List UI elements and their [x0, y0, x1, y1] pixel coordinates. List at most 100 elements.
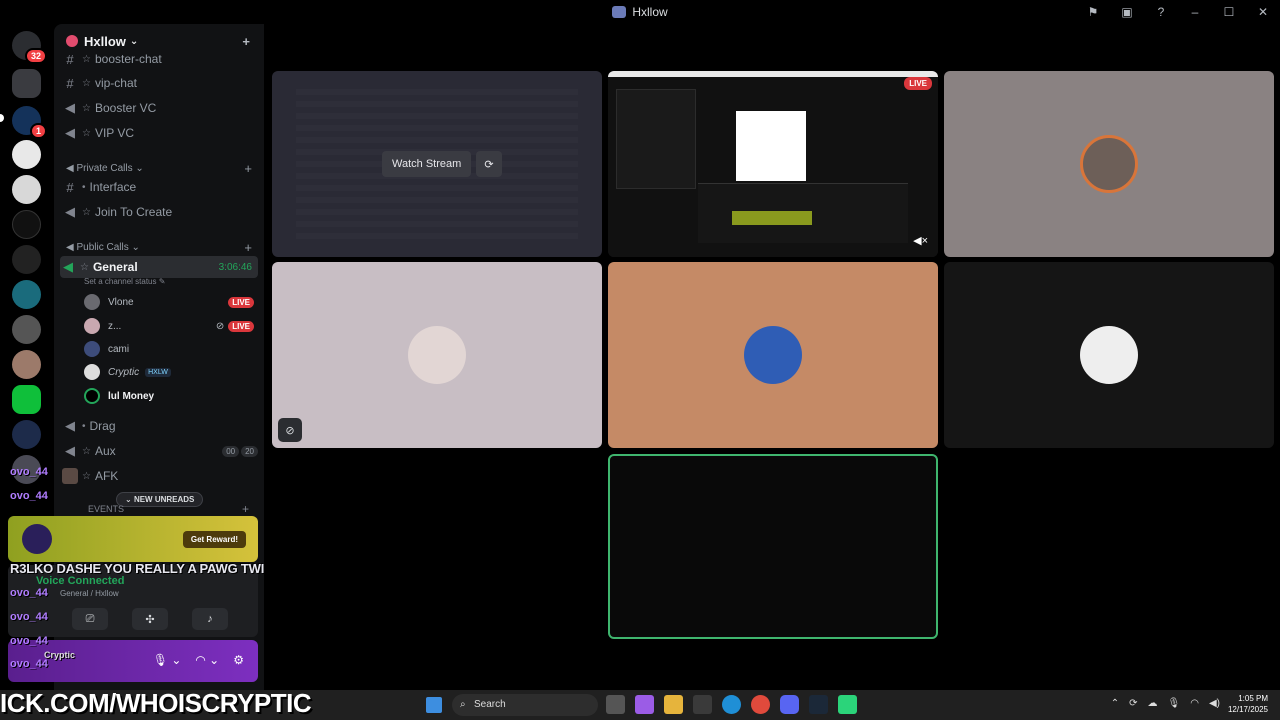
mic-tray-icon[interactable]: 🎙︎: [1168, 698, 1181, 709]
store-icon[interactable]: [693, 695, 712, 714]
voice-user[interactable]: cami: [84, 339, 254, 359]
star-icon: ☆: [82, 470, 91, 482]
voice-status[interactable]: Voice Connected: [36, 575, 124, 587]
server-icon-dark[interactable]: [12, 245, 41, 274]
voice-location[interactable]: General / Hxllow: [60, 589, 119, 598]
sync-icon[interactable]: ⟳: [1129, 698, 1137, 709]
speaker-muted-icon[interactable]: ◀×: [913, 234, 928, 247]
channel-aux[interactable]: ◀ ☆ Aux 00 20: [62, 440, 258, 462]
user-tile[interactable]: [944, 71, 1274, 257]
home-button[interactable]: 32: [12, 31, 47, 64]
volume-icon[interactable]: ◀): [1209, 698, 1220, 709]
channel-interface[interactable]: # • Interface: [62, 176, 258, 198]
avatar: [1080, 135, 1138, 193]
close-button[interactable]: ✕: [1246, 0, 1280, 24]
server-icon-socialize[interactable]: [12, 420, 41, 449]
server-icon-cow[interactable]: [12, 175, 41, 204]
add-channel-icon[interactable]: +: [244, 240, 252, 255]
avatar: [1080, 326, 1138, 384]
server-icon-ny[interactable]: 1: [12, 106, 47, 139]
system-clock[interactable]: 1:05 PM 12/17/2025: [1228, 693, 1268, 715]
soundboard-button[interactable]: ♪: [192, 608, 228, 630]
category-events[interactable]: EVENTS: [88, 504, 124, 514]
hashtag-icon: #: [66, 51, 74, 67]
home-badge: 32: [24, 48, 47, 64]
user-tile[interactable]: ⊘: [272, 262, 602, 448]
help-icon[interactable]: ?: [1144, 0, 1178, 24]
category-private-calls[interactable]: ◀ Private Calls ⌄ +: [66, 161, 252, 176]
channel-vip-chat[interactable]: # ☆ vip-chat: [62, 72, 258, 94]
kick-overlay-text: ICK.COM/WHOISCRYPTIC: [0, 688, 312, 718]
reward-banner: Get Reward!: [8, 516, 258, 562]
server-icon-store[interactable]: [12, 69, 41, 98]
channel-drag[interactable]: ◀ • Drag: [62, 415, 258, 437]
overlay-chat-name: ovo_44: [10, 635, 48, 647]
server-icon-vr[interactable]: [12, 280, 41, 309]
chrome-icon[interactable]: [751, 695, 770, 714]
cloud-icon[interactable]: ☁: [1148, 698, 1158, 709]
task-view-icon[interactable]: [606, 695, 625, 714]
stream-tile-live[interactable]: LIVE ◀×: [608, 71, 938, 257]
inbox-icon[interactable]: ▣: [1110, 0, 1144, 24]
stream-tile[interactable]: Watch Stream ⟳: [272, 71, 602, 257]
discord-icon[interactable]: [780, 695, 799, 714]
star-icon: ☆: [82, 206, 91, 218]
voice-user[interactable]: z... ⊘ LIVE: [84, 316, 254, 336]
user-tile[interactable]: [944, 262, 1274, 448]
server-icon-kick[interactable]: [12, 385, 41, 414]
server-icon-arrow[interactable]: [12, 210, 41, 239]
user-tile[interactable]: [608, 262, 938, 448]
voice-user[interactable]: Cryptic HXLW: [84, 362, 254, 382]
muted-mic-icon[interactable]: ⊘: [278, 418, 302, 442]
new-unreads-button[interactable]: ⌄ NEW UNREADS: [116, 492, 204, 507]
channel-join-to-create[interactable]: ◀ ☆ Join To Create: [62, 201, 258, 223]
taskbar-search[interactable]: ⌕ Search: [452, 694, 598, 716]
editor-panel: [616, 89, 696, 189]
watch-stream-button[interactable]: Watch Stream: [382, 151, 472, 177]
voice-user[interactable]: Vlone LIVE: [84, 292, 254, 312]
overlay-chat-name: ovo_44: [10, 490, 48, 502]
speaker-icon: ◀: [65, 443, 75, 458]
timeline-clip: [732, 211, 812, 225]
start-button[interactable]: [426, 697, 442, 713]
add-member-icon[interactable]: +: [242, 34, 250, 49]
category-public-calls[interactable]: ◀ Public Calls ⌄ +: [66, 240, 252, 255]
activities-button[interactable]: ✣: [132, 608, 168, 630]
speaker-icon: ◀: [65, 125, 75, 140]
settings-gear-icon[interactable]: ⚙: [233, 653, 244, 667]
star-icon: ☆: [82, 445, 91, 457]
server-icon-gray[interactable]: [12, 315, 41, 344]
server-icon-photo[interactable]: [12, 350, 41, 379]
channel-booster-vc[interactable]: ◀ ☆ Booster VC: [62, 97, 258, 119]
screen-share-button[interactable]: ⎚: [72, 608, 108, 630]
hashtag-icon: #: [66, 75, 74, 91]
steam-icon[interactable]: [809, 695, 828, 714]
minimize-button[interactable]: –: [1178, 0, 1212, 24]
overlay-chat-name: ovo_44: [10, 658, 48, 670]
channel-afk[interactable]: ☆ AFK: [62, 465, 258, 487]
voice-user[interactable]: lul Money: [84, 386, 254, 406]
reward-icon: [22, 524, 52, 554]
copilot-icon[interactable]: [635, 695, 654, 714]
file-explorer-icon[interactable]: [664, 695, 683, 714]
kick-app-icon[interactable]: [838, 695, 857, 714]
user-tile-speaking[interactable]: [608, 454, 938, 639]
get-reward-button[interactable]: Get Reward!: [182, 531, 246, 548]
microphone-icon[interactable]: 🎙︎ ⌄: [153, 653, 182, 667]
channel-status-hint[interactable]: Set a channel status ✎: [84, 277, 165, 286]
add-channel-icon[interactable]: +: [244, 161, 252, 176]
popout-icon[interactable]: ⟳: [476, 151, 502, 177]
wifi-icon[interactable]: ◠: [1190, 698, 1199, 709]
star-icon: ☆: [80, 261, 89, 273]
maximize-button[interactable]: ☐: [1212, 0, 1246, 24]
live-badge: LIVE: [228, 320, 254, 332]
headphones-icon[interactable]: ◠ ⌄: [195, 653, 219, 667]
flag-icon[interactable]: ⚑: [1076, 0, 1110, 24]
server-icon-money[interactable]: [12, 140, 41, 169]
channel-general[interactable]: ◀ ☆ General 3:06:46: [60, 256, 258, 278]
chevron-up-icon[interactable]: ⌃: [1111, 698, 1119, 709]
edge-icon[interactable]: [722, 695, 741, 714]
channel-vip-vc[interactable]: ◀ ☆ VIP VC: [62, 122, 258, 144]
add-channel-icon[interactable]: +: [242, 502, 249, 516]
channel-booster-chat[interactable]: # ☆ booster-chat: [62, 48, 258, 70]
